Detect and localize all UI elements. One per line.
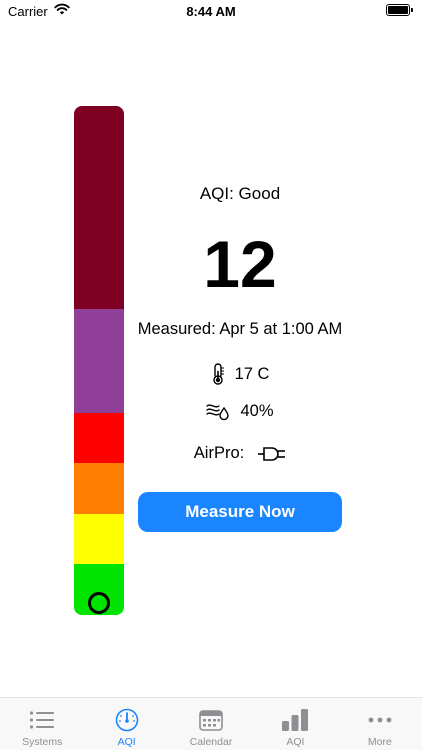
humidity-icon — [206, 404, 230, 421]
tab-label: AQI — [286, 736, 305, 748]
humidity-value: 40% — [240, 401, 274, 420]
aqi-segment-hazardous — [74, 106, 124, 309]
measured-timestamp: Measured: Apr 5 at 1:00 AM — [137, 320, 343, 338]
gauge-icon — [113, 707, 141, 733]
aqi-color-scale — [74, 106, 124, 615]
aqi-segment-unhealthy-sensitive — [74, 463, 124, 514]
tab-systems[interactable]: Systems — [0, 698, 84, 750]
tab-aqi-gauge[interactable]: AQI — [84, 698, 168, 750]
temperature-row: 17 C — [120, 363, 360, 385]
tab-label: Calendar — [189, 736, 233, 748]
more-icon — [366, 707, 394, 733]
aqi-status-label: AQI: Good — [199, 184, 281, 203]
humidity-row: 40% — [120, 401, 360, 421]
status-bar: Carrier 8:44 AM — [0, 0, 422, 24]
tab-aqi-chart[interactable]: AQI — [253, 698, 337, 750]
calendar-icon — [197, 707, 225, 733]
airpro-label: AirPro: — [193, 444, 245, 462]
temperature-value: 17 C — [234, 364, 270, 383]
tab-label: AQI — [117, 736, 136, 748]
tab-label: Systems — [22, 736, 63, 748]
aqi-segment-unhealthy — [74, 413, 124, 463]
list-icon — [28, 707, 56, 733]
plug-icon — [258, 446, 286, 461]
aqi-segment-very-unhealthy — [74, 309, 124, 413]
tab-bar: Systems AQI Calendar AQI More — [0, 697, 422, 750]
bar-chart-icon — [281, 707, 309, 733]
aqi-value: 12 — [203, 227, 277, 301]
aqi-segment-moderate — [74, 514, 124, 564]
measure-now-button[interactable]: Measure Now — [138, 492, 342, 532]
aqi-level-marker — [88, 592, 110, 614]
tab-label: More — [367, 736, 392, 748]
tab-more[interactable]: More — [338, 698, 422, 750]
airpro-row: AirPro: — [120, 444, 360, 463]
thermometer-icon — [212, 363, 224, 385]
tab-calendar[interactable]: Calendar — [169, 698, 253, 750]
status-time: 8:44 AM — [186, 4, 236, 19]
battery-icon — [386, 4, 413, 16]
